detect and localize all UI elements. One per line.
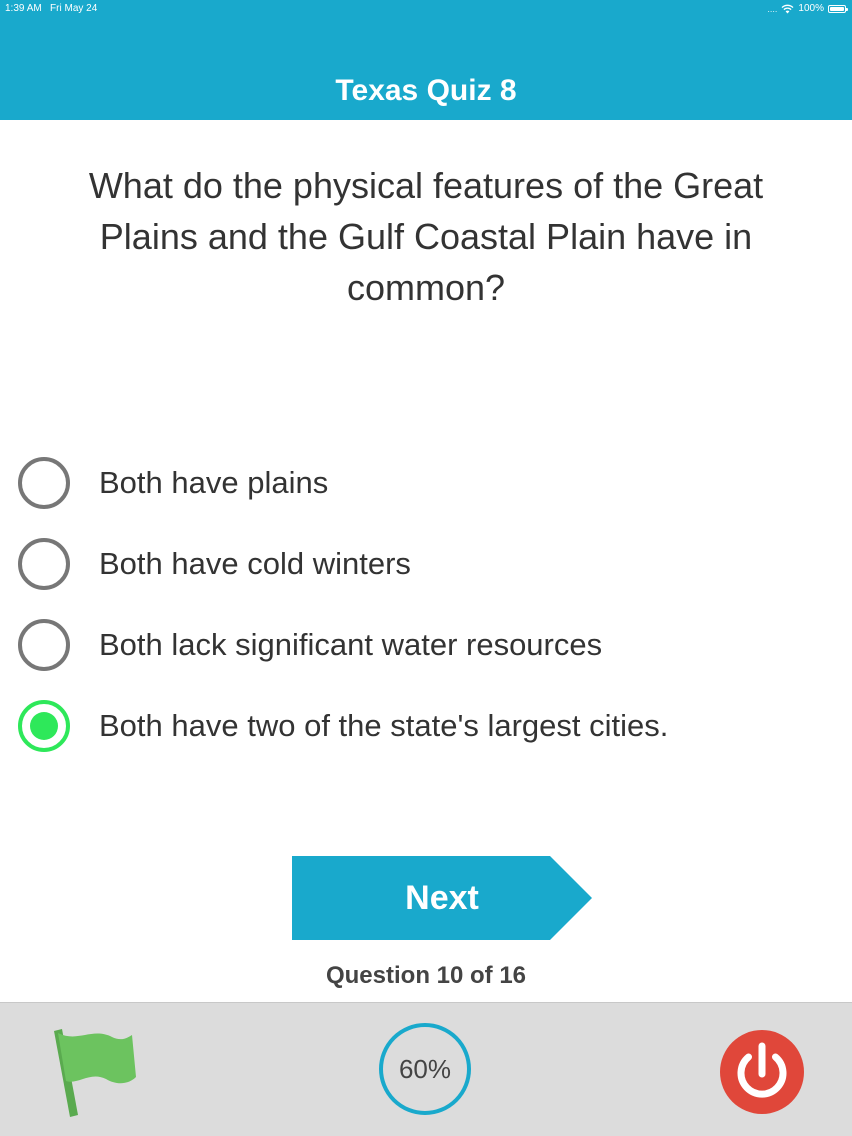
status-indicators: .... 100% bbox=[767, 1, 848, 17]
answer-label: Both have cold winters bbox=[99, 546, 411, 581]
answer-option-3[interactable]: Both lack significant water resources bbox=[18, 618, 602, 672]
signal-icon: .... bbox=[767, 4, 778, 14]
answer-label: Both have plains bbox=[99, 465, 329, 500]
question-text: What do the physical features of the Gre… bbox=[88, 165, 764, 308]
answer-option-2[interactable]: Both have cold winters bbox=[18, 537, 411, 591]
radio-unselected-icon[interactable] bbox=[18, 538, 70, 590]
question-progress: Question 10 of 16 bbox=[325, 962, 527, 989]
quiz-screen: 1:39 AM Fri May 24 .... 100% Texas Quiz … bbox=[0, 0, 852, 1136]
answer-option-1[interactable]: Both have plains bbox=[18, 456, 328, 510]
percent-badge: 60% bbox=[379, 1023, 471, 1115]
power-icon[interactable] bbox=[720, 1030, 804, 1114]
radio-unselected-icon[interactable] bbox=[18, 457, 70, 509]
status-time: 1:39 AM Fri May 24 bbox=[5, 1, 97, 17]
radio-selected-icon[interactable] bbox=[18, 700, 70, 752]
battery-icon bbox=[828, 5, 848, 13]
status-date: Fri May 24 bbox=[50, 3, 98, 14]
next-button-label: Next bbox=[405, 878, 479, 917]
answer-option-4[interactable]: Both have two of the state's largest cit… bbox=[18, 699, 668, 753]
battery-percent: 100% bbox=[798, 3, 824, 14]
page-title: Texas Quiz 8 bbox=[335, 74, 517, 107]
status-clock: 1:39 AM bbox=[5, 3, 42, 14]
bottom-toolbar: 60% bbox=[0, 1002, 852, 1136]
next-button[interactable]: Next bbox=[292, 856, 594, 940]
flag-icon[interactable] bbox=[50, 1029, 140, 1117]
answer-label: Both lack significant water resources bbox=[99, 627, 603, 662]
wifi-icon bbox=[781, 4, 794, 14]
answer-label: Both have two of the state's largest cit… bbox=[99, 708, 669, 743]
radio-unselected-icon[interactable] bbox=[18, 619, 70, 671]
status-bar: 1:39 AM Fri May 24 .... 100% bbox=[0, 0, 852, 18]
header-bar: 1:39 AM Fri May 24 .... 100% Texas Quiz … bbox=[0, 0, 852, 120]
